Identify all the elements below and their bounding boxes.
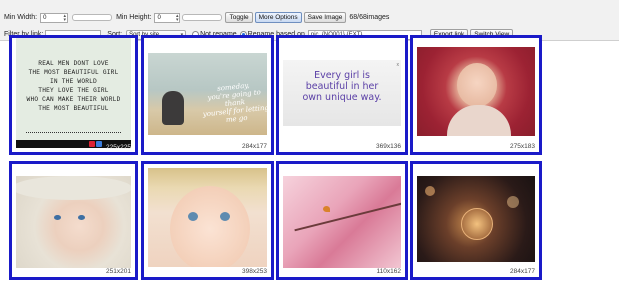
image-dimensions: 251x201 bbox=[106, 268, 131, 275]
thumbnail-branch bbox=[294, 202, 401, 232]
thumbnail-caption: someday, you're going to thank yourself … bbox=[202, 81, 267, 125]
thumbnail-eye bbox=[220, 212, 230, 221]
image-tile[interactable]: REAL MEN DONT LOVE THE MOST BEAUTIFUL GI… bbox=[9, 35, 138, 155]
image-dimensions: 110x162 bbox=[376, 268, 401, 275]
min-width-value: 0 bbox=[43, 14, 47, 21]
thumbnail-eye bbox=[188, 212, 198, 221]
image-tile[interactable]: someday, you're going to thank yourself … bbox=[141, 35, 274, 155]
spinner-icon[interactable]: ▴ ▾ bbox=[64, 13, 67, 22]
image-thumbnail bbox=[417, 47, 535, 136]
dotted-divider bbox=[26, 132, 121, 133]
thumbnail-bokeh bbox=[507, 196, 519, 208]
min-height-slider[interactable] bbox=[182, 14, 223, 21]
min-width-input[interactable]: 0 ▴ ▾ bbox=[40, 12, 69, 23]
image-dimensions: 398x253 bbox=[242, 268, 267, 275]
thumbnail-caption: Every girl is beautiful in her own uniqu… bbox=[302, 70, 382, 103]
thumbnail-hat bbox=[16, 176, 131, 200]
image-thumbnail bbox=[16, 176, 131, 268]
image-count: 68/68images bbox=[349, 14, 390, 21]
thumbnail-face bbox=[170, 186, 250, 267]
image-tile[interactable]: 110x162 bbox=[276, 161, 408, 280]
image-tile[interactable]: 275x183 bbox=[410, 35, 542, 155]
image-tile[interactable]: Every girl is beautiful in her own uniqu… bbox=[276, 35, 408, 155]
image-dimensions: 369x136 bbox=[376, 143, 401, 150]
image-dimensions: 275x183 bbox=[510, 143, 535, 150]
image-grid: REAL MEN DONT LOVE THE MOST BEAUTIFUL GI… bbox=[0, 35, 619, 285]
image-thumbnail: someday, you're going to thank yourself … bbox=[148, 53, 267, 135]
image-dimensions: 284x177 bbox=[510, 268, 535, 275]
toggle-button[interactable]: Toggle bbox=[225, 12, 253, 23]
image-tile[interactable]: 398x253 bbox=[141, 161, 274, 280]
toolbar-row-size: Min Width: 0 ▴ ▾ Min Height: 0 ▴ ▾ Toggle … bbox=[0, 12, 389, 23]
image-thumbnail bbox=[283, 176, 401, 268]
min-height-label: Min Height: bbox=[116, 14, 152, 21]
image-thumbnail bbox=[417, 176, 535, 262]
image-thumbnail bbox=[148, 168, 267, 267]
image-thumbnail: Every girl is beautiful in her own uniqu… bbox=[283, 60, 401, 126]
min-width-label: Min Width: bbox=[4, 14, 38, 21]
image-tile[interactable]: 251x201 bbox=[9, 161, 138, 280]
image-dimensions: 225x225 bbox=[106, 144, 131, 151]
thumbnail-body bbox=[447, 105, 511, 136]
thumbnail-eye bbox=[78, 215, 85, 220]
social-icon[interactable] bbox=[96, 141, 102, 147]
share-icon[interactable] bbox=[89, 141, 95, 147]
thumbnail-person bbox=[162, 91, 184, 125]
thumbnail-caption: REAL MEN DONT LOVE THE MOST BEAUTIFUL GI… bbox=[26, 60, 121, 112]
thumbnail-butterfly bbox=[323, 206, 330, 212]
save-image-button[interactable]: Save Image bbox=[303, 12, 347, 23]
close-icon[interactable]: x bbox=[397, 62, 400, 68]
thumbnail-face bbox=[457, 63, 497, 107]
min-height-value: 0 bbox=[157, 14, 161, 21]
thumbnail-bokeh bbox=[425, 186, 435, 196]
more-options-button[interactable]: More Options bbox=[254, 12, 302, 23]
image-dimensions: 284x177 bbox=[242, 143, 267, 150]
thumbnail-eye bbox=[54, 215, 61, 220]
min-width-slider[interactable] bbox=[72, 14, 113, 21]
image-tile[interactable]: 284x177 bbox=[410, 161, 542, 280]
min-height-input[interactable]: 0 ▴ ▾ bbox=[154, 12, 181, 23]
image-thumbnail: REAL MEN DONT LOVE THE MOST BEAUTIFUL GI… bbox=[16, 38, 131, 148]
spinner-icon[interactable]: ▴ ▾ bbox=[176, 13, 179, 22]
thumbnail-globe bbox=[461, 208, 493, 240]
